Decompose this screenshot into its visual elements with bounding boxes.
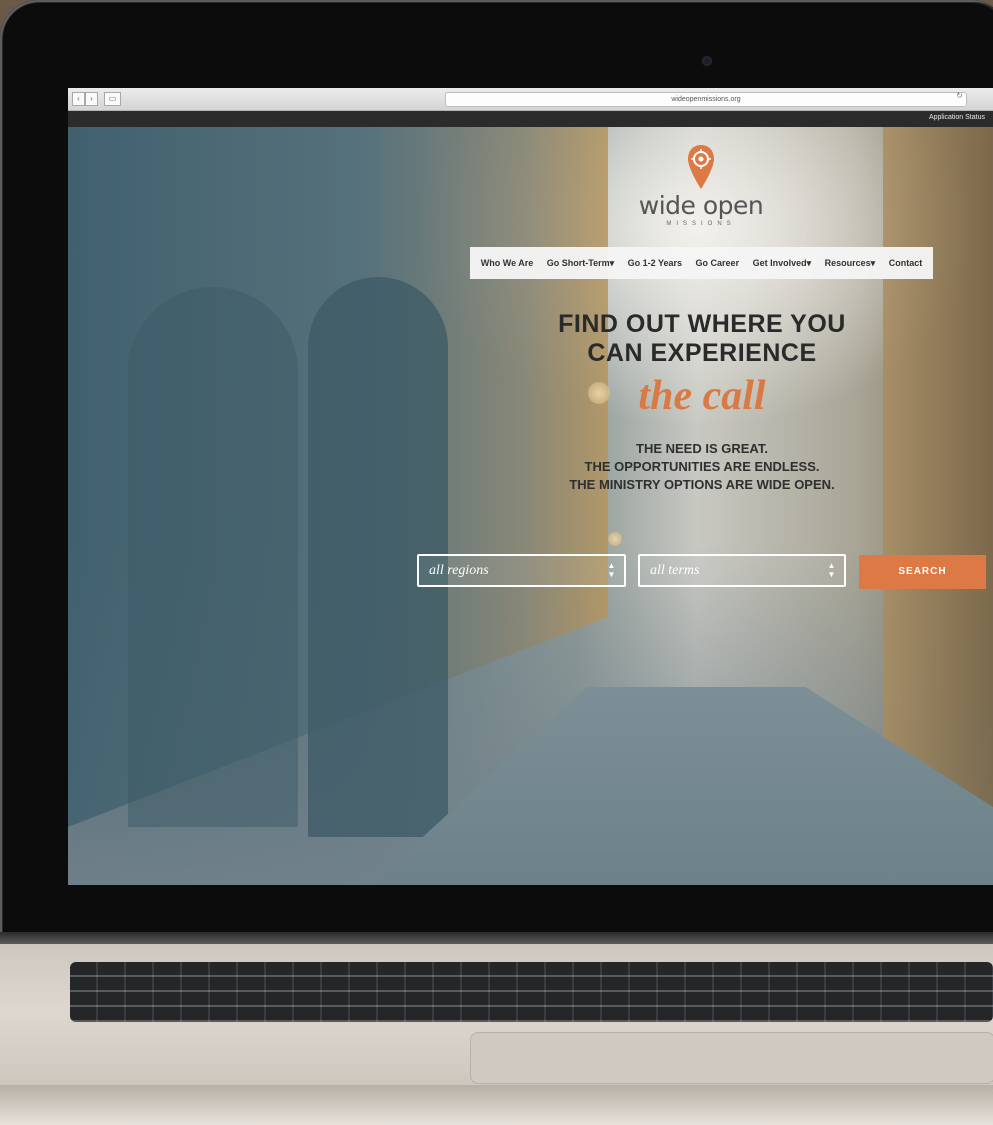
site-logo[interactable]: wide open MISSIONS — [636, 143, 766, 227]
site-topbar: Application Status — [68, 111, 993, 127]
browser-toolbar: ‹ › ▭ wideopenmissions.org ↻ — [68, 88, 993, 111]
logo-wordmark: wide open — [638, 191, 764, 220]
term-select-value: all terms — [650, 563, 700, 578]
webcam — [702, 56, 712, 66]
main-navigation: Who We Are Go Short-Term▾ Go 1-2 Years G… — [470, 247, 933, 279]
application-status-link[interactable]: Application Status — [929, 114, 985, 121]
map-pin-icon — [688, 145, 714, 189]
hero-subheadline: THE NEED IS GREAT. THE OPPORTUNITIES ARE… — [528, 440, 876, 494]
nav-item-get-involved[interactable]: Get Involved▾ — [753, 258, 812, 269]
street-lamp — [608, 532, 622, 546]
headline-line-1: FIND OUT WHERE YOU — [558, 310, 846, 338]
reload-icon[interactable]: ↻ — [956, 91, 963, 100]
laptop-screen: ‹ › ▭ wideopenmissions.org ↻ Application… — [68, 88, 993, 885]
laptop-hinge — [0, 932, 993, 944]
select-arrows-icon: ▲▼ — [827, 561, 836, 579]
subheadline-line-1: THE NEED IS GREAT. — [636, 441, 768, 456]
region-select[interactable]: all regions ▲▼ — [417, 554, 626, 587]
subheadline-line-3: THE MINISTRY OPTIONS ARE WIDE OPEN. — [569, 477, 835, 492]
url-text: wideopenmissions.org — [671, 96, 741, 103]
nav-item-go-1-2-years[interactable]: Go 1-2 Years — [628, 258, 682, 268]
trackpad — [470, 1032, 993, 1084]
nav-item-go-short-term[interactable]: Go Short-Term▾ — [547, 258, 614, 269]
nav-item-go-career[interactable]: Go Career — [696, 258, 740, 268]
subheadline-line-2: THE OPPORTUNITIES ARE ENDLESS. — [584, 459, 820, 474]
search-button[interactable]: SEARCH — [859, 555, 986, 589]
nav-item-contact[interactable]: Contact — [889, 258, 923, 268]
hero-section: wide open MISSIONS Who We Are Go Short-T… — [68, 127, 993, 885]
laptop-front-edge — [0, 1085, 993, 1125]
term-select[interactable]: all terms ▲▼ — [638, 554, 846, 587]
keyboard — [70, 962, 993, 1022]
headline-line-2: CAN EXPERIENCE — [587, 339, 817, 367]
address-bar[interactable]: wideopenmissions.org — [445, 92, 967, 107]
hero-headline: FIND OUT WHERE YOU CAN EXPERIENCE the ca… — [518, 310, 886, 420]
hero-background-building-right — [883, 127, 993, 827]
logo-subtitle: MISSIONS — [666, 221, 736, 227]
select-arrows-icon: ▲▼ — [607, 561, 616, 579]
sidebar-toggle-button[interactable]: ▭ — [104, 92, 121, 106]
nav-item-resources[interactable]: Resources▾ — [825, 258, 876, 269]
nav-item-who-we-are[interactable]: Who We Are — [481, 258, 534, 268]
region-select-value: all regions — [429, 563, 489, 578]
forward-button[interactable]: › — [85, 92, 98, 106]
back-button[interactable]: ‹ — [72, 92, 85, 106]
headline-script: the call — [638, 373, 766, 419]
hero-background-arch — [128, 287, 298, 827]
